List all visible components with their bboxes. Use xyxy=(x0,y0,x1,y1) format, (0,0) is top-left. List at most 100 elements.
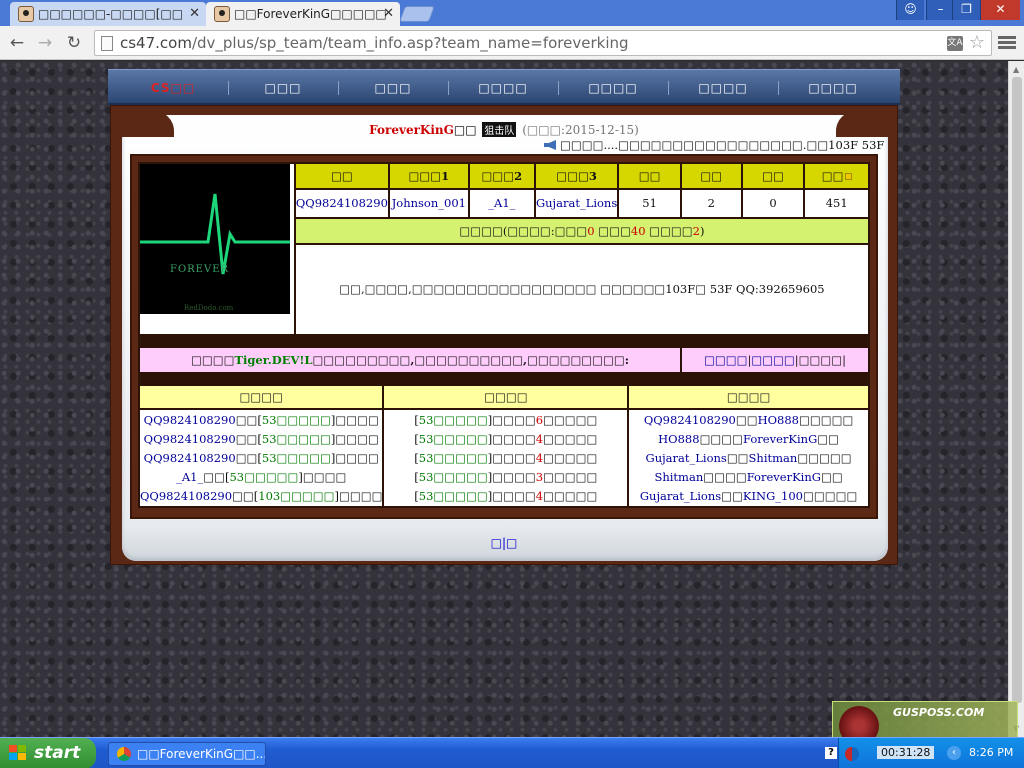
records-header-2: □□□□ xyxy=(384,386,628,408)
stat-3: 0 xyxy=(742,190,804,217)
member-vice-1[interactable]: Johnson_001 xyxy=(389,190,468,217)
tab-close-icon[interactable]: ✕ xyxy=(189,2,200,26)
speaker-icon xyxy=(544,140,556,150)
back-arrow-icon[interactable]: ← xyxy=(6,32,28,54)
member-captain[interactable]: QQ9824108290 xyxy=(295,190,388,217)
promo-table: □□□□Tiger.DEV!L□□□□□□□□□,□□□□□□□□□□,□□□□… xyxy=(138,346,870,374)
promo-link-1[interactable]: □□□□ xyxy=(704,353,747,367)
records-header-3: □□□□ xyxy=(629,386,868,408)
page-icon xyxy=(101,36,113,51)
members-header-7: □□ xyxy=(742,164,804,189)
promo-links: □□□□|□□□□|□□□□| xyxy=(682,348,868,372)
nav-item-7[interactable]: □□□□ xyxy=(788,70,878,106)
browser-tab-2-active[interactable]: □□ForeverKinG□□□□□ ✕ xyxy=(206,2,400,26)
team-name-suffix: □□ xyxy=(453,123,477,137)
translate-icon[interactable]: 文A xyxy=(947,36,963,51)
nav-item-home[interactable]: CS□□ xyxy=(128,70,218,106)
site-nav: CS□□ □□□ □□□ □□□□ □□□□ □□□□ □□□□ xyxy=(108,69,900,105)
browser-toolbar: ← → ↻ cs47.com/dv_plus/sp_team/team_info… xyxy=(0,26,1024,60)
team-founded-date: (□□□:2015-12-15) xyxy=(522,123,639,137)
stat-1: 51 xyxy=(619,190,680,217)
tab-title: □□ForeverKinG□□□□□ xyxy=(234,7,387,21)
list-item[interactable]: QQ9824108290□□[53□□□□□]□□□□ xyxy=(140,430,382,449)
scrollbar-thumb[interactable] xyxy=(1012,77,1022,703)
language-icon[interactable] xyxy=(845,747,859,761)
list-item[interactable]: [53□□□□□]□□□□3□□□□□ xyxy=(384,468,627,487)
list-item[interactable]: Gujarat_Lions□□Shitman□□□□□ xyxy=(629,449,868,468)
start-button[interactable]: start xyxy=(0,738,96,768)
list-item[interactable]: Shitman□□□□ForeverKinG□□ xyxy=(629,468,868,487)
nav-item-2[interactable]: □□□ xyxy=(238,70,328,106)
team-stats-line: □□□□(□□□□:□□□0 □□□40 □□□□2) xyxy=(295,218,868,243)
list-item[interactable]: [53□□□□□]□□□□4□□□□□ xyxy=(384,449,627,468)
maximize-icon[interactable]: ❐ xyxy=(952,0,980,20)
url-path: /dv_plus/sp_team/team_info.asp?team_name… xyxy=(191,34,629,52)
new-tab-button[interactable] xyxy=(399,6,435,22)
marquee-text: □□□□....□□□□□□□□□□□□□□□□□.□□103F 53F xyxy=(560,138,885,152)
logo-site: RedDodo.com xyxy=(184,304,234,312)
browser-menu-icon[interactable] xyxy=(998,34,1016,52)
records-header-1: □□□□ xyxy=(140,386,383,408)
stat-4: 451 xyxy=(805,190,868,217)
window-close-icon[interactable]: ✕ xyxy=(980,0,1020,20)
members-header-3: □□□2 xyxy=(469,164,534,189)
browser-tab-1[interactable]: □□□□□□-□□□□[□□ ✕ xyxy=(10,2,206,26)
nav-item-4[interactable]: □□□□ xyxy=(458,70,548,106)
list-item[interactable]: HO888□□□□ForeverKinG□□ xyxy=(629,430,868,449)
promo-link-3[interactable]: □□□□ xyxy=(799,353,842,367)
logo-word: FOREVER xyxy=(170,264,230,275)
vertical-scrollbar[interactable]: ▲ ▼ xyxy=(1008,61,1024,737)
team-content: FOREVER RedDodo.com □□ □□□1 □□□2 □□□3 □□… xyxy=(130,154,878,519)
stat-2: 2 xyxy=(681,190,741,217)
pager-next[interactable]: □ xyxy=(506,536,517,550)
list-item[interactable]: QQ9824108290□□HO888□□□□□ xyxy=(629,411,868,430)
coin-icon xyxy=(844,173,852,181)
records-col-3: QQ9824108290□□HO888□□□□□ HO888□□□□Foreve… xyxy=(629,410,868,506)
list-item[interactable]: QQ9824108290□□[53□□□□□]□□□□ xyxy=(140,411,382,430)
list-item[interactable]: Gujarat_Lions□□KING_100□□□□□ xyxy=(629,487,868,506)
list-item[interactable]: [53□□□□□]□□□□4□□□□□ xyxy=(384,430,627,449)
promo-link-2[interactable]: □□□□ xyxy=(751,353,794,367)
nav-item-3[interactable]: □□□ xyxy=(348,70,438,106)
team-logo-cell: FOREVER RedDodo.com xyxy=(140,164,294,334)
team-title: ForeverKinG□□ 狙击队 (□□□:2015-12-15) xyxy=(0,122,1008,137)
members-header-6: □□ xyxy=(681,164,741,189)
tab-favicon-icon xyxy=(18,6,34,22)
list-item[interactable]: QQ9824108290□□[103□□□□□]□□□□ xyxy=(140,487,382,506)
scroll-up-icon[interactable]: ▲ xyxy=(1013,65,1019,74)
start-label: start xyxy=(34,743,81,763)
task-title: □□ForeverKinG□□... xyxy=(137,747,266,761)
tab-title: □□□□□□-□□□□[□□ xyxy=(38,7,184,21)
member-vice-2[interactable]: _A1_ xyxy=(469,190,534,217)
records-col-1: QQ9824108290□□[53□□□□□]□□□□ QQ9824108290… xyxy=(140,410,383,506)
members-table: FOREVER RedDodo.com □□ □□□1 □□□2 □□□3 □□… xyxy=(138,162,870,336)
url-text[interactable]: cs47.com/dv_plus/sp_team/team_info.asp?t… xyxy=(120,31,629,56)
nav-item-5[interactable]: □□□□ xyxy=(568,70,658,106)
minimize-icon[interactable]: – xyxy=(926,0,954,20)
address-bar[interactable]: cs47.com/dv_plus/sp_team/team_info.asp?t… xyxy=(94,30,992,56)
list-item[interactable]: [53□□□□□]□□□□4□□□□□ xyxy=(384,487,627,506)
page-viewport: CS□□ □□□ □□□ □□□□ □□□□ □□□□ □□□□ Forever… xyxy=(0,61,1008,737)
records-col-2: [53□□□□□]□□□□6□□□□□ [53□□□□□]□□□□4□□□□□ … xyxy=(384,410,628,506)
member-vice-3[interactable]: Gujarat_Lions xyxy=(535,190,618,217)
promo-text: □□□□Tiger.DEV!L□□□□□□□□□,□□□□□□□□□□,□□□□… xyxy=(140,348,680,372)
tab-close-icon[interactable]: ✕ xyxy=(383,2,394,26)
bookmark-star-icon[interactable]: ☆ xyxy=(969,32,985,53)
user-icon[interactable]: ☺ xyxy=(896,0,924,20)
reload-icon[interactable]: ↻ xyxy=(63,32,85,54)
taskbar-chrome-window[interactable]: □□ForeverKinG□□... xyxy=(108,742,266,766)
team-badge: 狙击队 xyxy=(482,122,517,137)
members-header-5: □□ xyxy=(619,164,680,189)
team-content-inner: FOREVER RedDodo.com □□ □□□1 □□□2 □□□3 □□… xyxy=(138,162,870,508)
pager: □|□ xyxy=(0,536,1008,550)
system-tray: ? 00:31:28 ‹ 8:26 PM xyxy=(825,738,1024,768)
list-item[interactable]: QQ9824108290□□[53□□□□□]□□□□ xyxy=(140,449,382,468)
help-icon[interactable]: ? xyxy=(825,747,837,759)
tray-chevron-icon[interactable]: ‹ xyxy=(947,746,961,760)
browser-tab-bar: □□□□□□-□□□□[□□ ✕ □□ForeverKinG□□□□□ ✕ ☺ … xyxy=(0,0,1024,26)
forward-arrow-icon[interactable]: → xyxy=(34,32,56,54)
list-item[interactable]: _A1_□□[53□□□□□]□□□□ xyxy=(140,468,382,487)
nav-item-6[interactable]: □□□□ xyxy=(678,70,768,106)
pager-prev[interactable]: □ xyxy=(491,536,502,550)
list-item[interactable]: [53□□□□□]□□□□6□□□□□ xyxy=(384,411,627,430)
